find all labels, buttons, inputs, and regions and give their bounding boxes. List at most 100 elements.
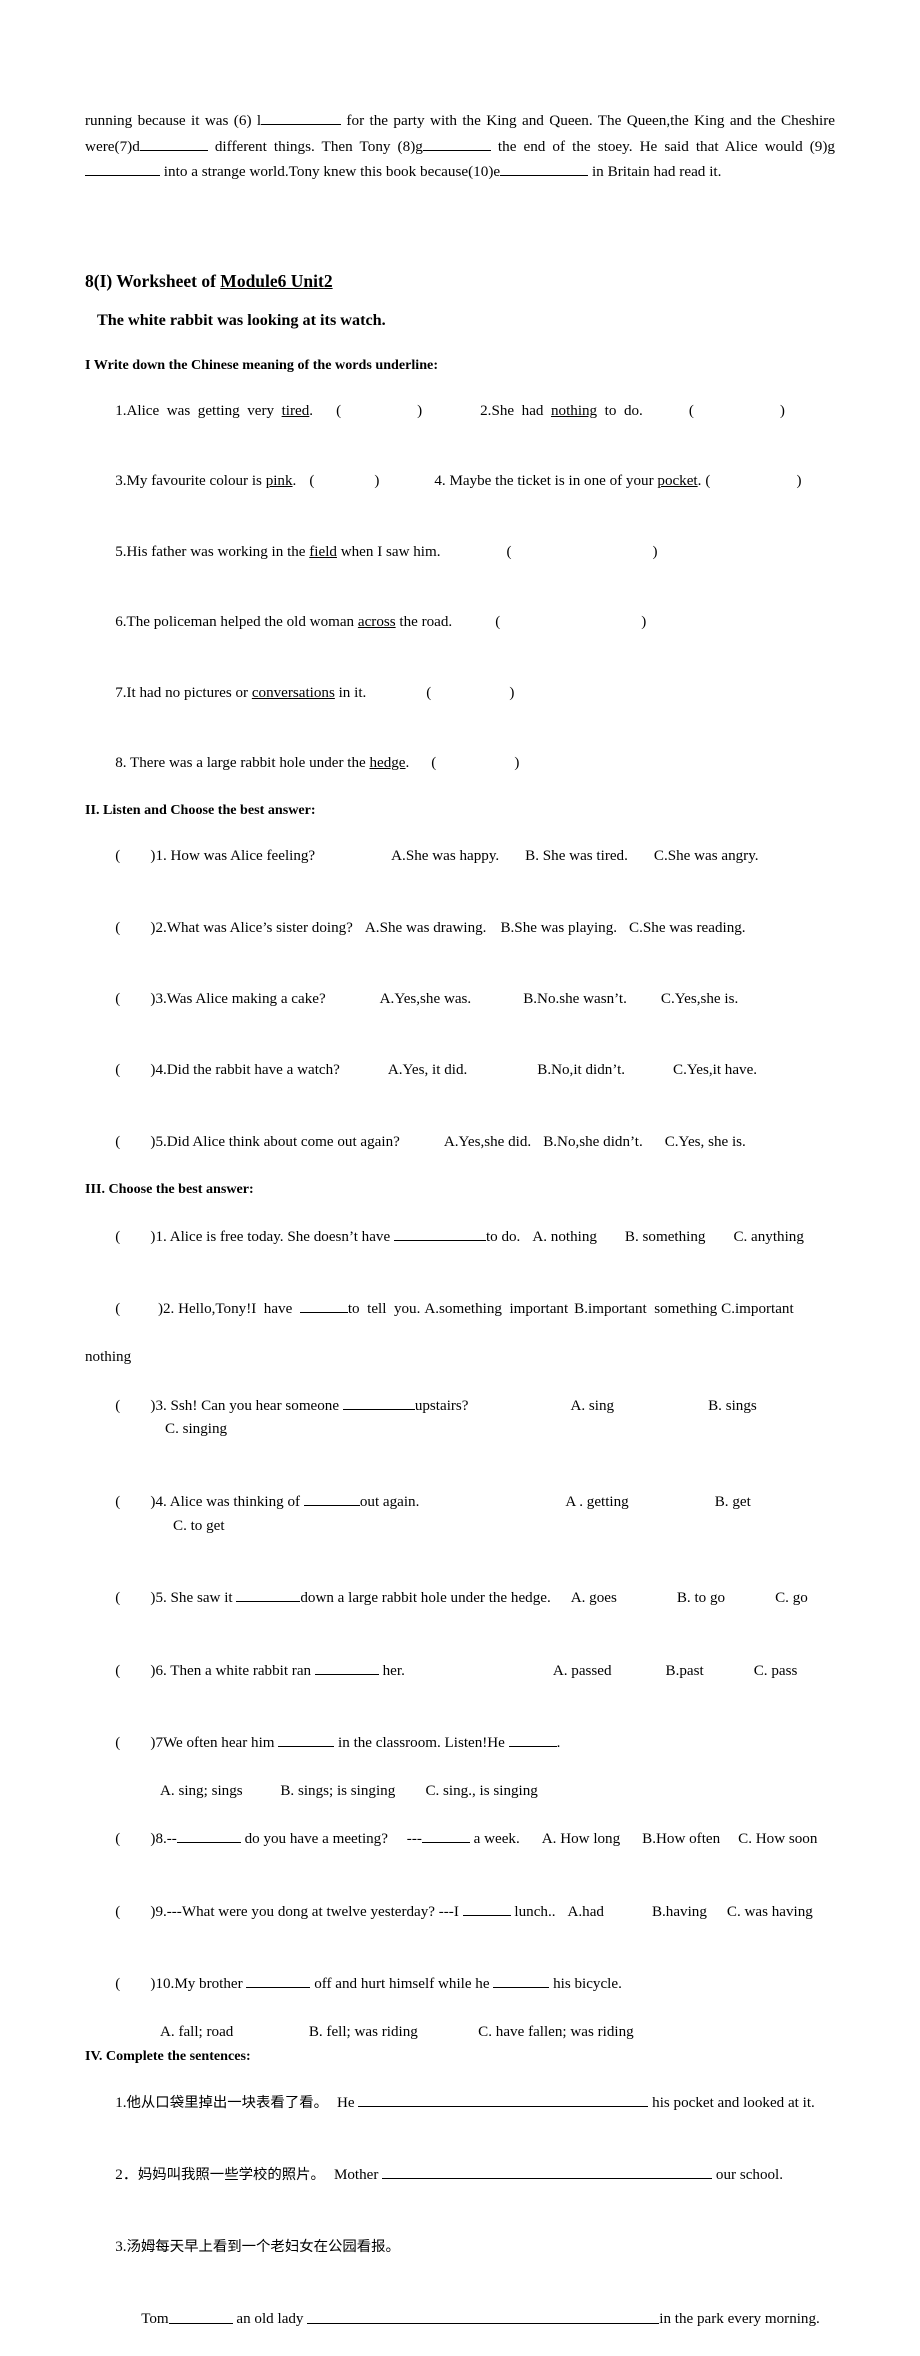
s3-q10-blank-1[interactable]	[246, 1972, 311, 1989]
s3-q9-opt-c[interactable]: C. was having	[727, 1904, 813, 1920]
s3-q10-blank-2[interactable]	[493, 1972, 550, 1989]
s3-q6-opt-c[interactable]: C. pass	[754, 1663, 798, 1679]
s2-q4-opt-a[interactable]: A.Yes, it did.	[388, 1062, 467, 1078]
s2-q5-opt-a[interactable]: A.Yes,she did.	[444, 1134, 531, 1150]
s3-q8-blank-2[interactable]	[421, 1827, 470, 1844]
s1-q2-paren-open: (	[688, 402, 694, 419]
s3-q7-blank-1[interactable]	[278, 1731, 335, 1748]
s3-q6-answer-box[interactable]: ( )	[115, 1663, 155, 1679]
s3-q8-opt-c[interactable]: C. How soon	[738, 1831, 817, 1847]
s2-q1-opt-a[interactable]: A.She was happy.	[391, 848, 499, 864]
s3-q6-opt-a[interactable]: A. passed	[553, 1663, 612, 1679]
s3-q4-opt-b[interactable]: B. get	[715, 1494, 751, 1510]
cloze-blank-7[interactable]	[139, 134, 208, 151]
s1-q6-paren-close[interactable]: )	[641, 614, 646, 630]
s3-q8-opt-a[interactable]: A. How long	[542, 1831, 620, 1847]
s3-q9-opt-b[interactable]: B.having	[652, 1904, 707, 1920]
s3-q5-opt-b[interactable]: B. to go	[677, 1590, 725, 1606]
s3-q1-opt-b[interactable]: B. something	[625, 1229, 706, 1245]
s3-q5-answer-box[interactable]: ( )	[115, 1590, 155, 1606]
s3-q1-opt-a[interactable]: A. nothing	[532, 1229, 597, 1245]
s3-q4-blank[interactable]	[303, 1490, 360, 1506]
section-1-row-1: 1.Alice was getting very tired. () 2.She h…	[85, 376, 835, 447]
s2-q1-opt-c[interactable]: C.She was angry.	[654, 848, 759, 864]
s3-q2-opt-b[interactable]: B.important something	[574, 1301, 717, 1317]
s2-q3-opt-b[interactable]: B.No.she wasn’t.	[523, 991, 627, 1007]
s2-q2-answer-box[interactable]: ( )	[115, 920, 155, 936]
s3-q5-stem-pre: She saw it	[170, 1590, 237, 1607]
s3-q9-answer-box[interactable]: ( )	[115, 1904, 155, 1920]
s2-q3-opt-a[interactable]: A.Yes,she was.	[380, 991, 472, 1007]
section-4-item-2: 2．妈妈叫我照一些学校的照片。 Mother our school.	[85, 2139, 835, 2211]
s3-q3-num: 3.	[155, 1397, 171, 1414]
s3-q2-opt-a[interactable]: A.something important	[424, 1301, 568, 1317]
s3-q5-opt-c[interactable]: C. go	[775, 1590, 808, 1606]
s3-q2-answer-box[interactable]: ( )	[115, 1301, 163, 1317]
s3-q5-opt-a[interactable]: A. goes	[571, 1590, 617, 1606]
s2-q2-opt-b[interactable]: B.She was playing.	[500, 920, 617, 936]
s3-q6-blank[interactable]	[314, 1659, 379, 1675]
s4-q1-blank[interactable]	[358, 2091, 649, 2108]
s2-q2-opt-a[interactable]: A.She was drawing.	[365, 920, 487, 936]
section-1-row-5: 7.It had no pictures or conversations in…	[85, 658, 835, 729]
s3-q4-opt-a[interactable]: A . getting	[565, 1494, 628, 1510]
s3-q2-stem-post: to tell you.	[347, 1301, 421, 1318]
s1-q1-paren-close[interactable]: )	[417, 403, 422, 419]
s3-q3-blank[interactable]	[342, 1394, 415, 1410]
s3-q5-num: 5.	[155, 1590, 171, 1607]
s1-q7-num: 7.	[115, 684, 127, 701]
s1-q5-paren-close[interactable]: )	[653, 544, 658, 560]
s3-q7-blank-2[interactable]	[508, 1731, 557, 1748]
s3-q1-opt-c[interactable]: C. anything	[733, 1229, 803, 1245]
s2-q4-answer-box[interactable]: ( )	[115, 1062, 155, 1078]
s1-q4-paren-close[interactable]: )	[796, 473, 801, 489]
s2-q1-answer-box[interactable]: ( )	[115, 848, 155, 864]
section-3-item-7-options[interactable]: A. sing; sings B. sings; is singing C. s…	[85, 1780, 835, 1804]
cloze-blank-10[interactable]	[500, 160, 589, 176]
s1-q2-num: 2.	[480, 402, 492, 419]
s3-q9-opt-a[interactable]: A.had	[568, 1904, 604, 1920]
s3-q3-answer-box[interactable]: ( )	[115, 1398, 155, 1414]
s3-q1-blank[interactable]	[393, 1225, 486, 1241]
s4-q2-blank[interactable]	[382, 2163, 713, 2180]
section-1: I Write down the Chinese meaning of the …	[85, 354, 835, 800]
section-3-item-10-options[interactable]: A. fall; road B. fell; was riding C. hav…	[85, 2021, 835, 2045]
section-1-row-6: 8. There was a large rabbit hole under t…	[85, 729, 835, 800]
cloze-blank-9[interactable]	[85, 160, 160, 176]
section-3-item-1: ( )1. Alice is free today. She doesn’t h…	[85, 1201, 835, 1273]
s1-q7-paren-close[interactable]: )	[509, 685, 514, 701]
s3-q8-opt-b[interactable]: B.How often	[642, 1831, 720, 1847]
s1-q3-paren-close[interactable]: )	[374, 473, 379, 489]
s3-q5-blank[interactable]	[236, 1586, 301, 1603]
s3-q8-blank-1[interactable]	[176, 1827, 241, 1844]
s3-q3-opt-a[interactable]: A. sing	[570, 1398, 614, 1414]
s3-q6-opt-b[interactable]: B.past	[666, 1663, 704, 1679]
s2-q3-opt-c[interactable]: C.Yes,she is.	[661, 991, 738, 1007]
s2-q3-answer-box[interactable]: ( )	[115, 991, 155, 1007]
s2-q5-opt-b[interactable]: B.No,she didn’t.	[543, 1134, 643, 1150]
s2-q5-answer-box[interactable]: ( )	[115, 1134, 155, 1150]
s1-q2-paren-close[interactable]: )	[780, 403, 785, 419]
s2-q2-opt-c[interactable]: C.She was reading.	[629, 920, 746, 936]
s2-q4-opt-b[interactable]: B.No,it didn’t.	[537, 1062, 625, 1078]
s1-q8-paren-close[interactable]: )	[514, 755, 519, 771]
s3-q10-answer-box[interactable]: ( )	[115, 1976, 155, 1992]
s3-q3-opt-c[interactable]: C. singing	[165, 1421, 227, 1437]
s3-q4-answer-box[interactable]: ( )	[115, 1494, 155, 1510]
s3-q2-opt-c[interactable]: C.important	[721, 1301, 794, 1317]
s3-q9-blank[interactable]	[462, 1900, 511, 1916]
s4-q3-blank-2[interactable]	[307, 2307, 660, 2324]
s3-q2-blank[interactable]	[299, 1297, 348, 1314]
s3-q8-answer-box[interactable]: ( )	[115, 1831, 155, 1847]
s2-q5-opt-c[interactable]: C.Yes, she is.	[665, 1134, 746, 1150]
s3-q1-answer-box[interactable]: ( )	[115, 1229, 155, 1245]
cloze-blank-8[interactable]	[422, 134, 491, 151]
s2-q4-opt-c[interactable]: C.Yes,it have.	[673, 1062, 757, 1078]
s3-q4-opt-c[interactable]: C. to get	[173, 1518, 225, 1534]
s1-q1-num: 1.	[115, 402, 127, 419]
s4-q3-blank-1[interactable]	[168, 2307, 233, 2324]
s3-q7-answer-box[interactable]: ( )	[115, 1735, 155, 1751]
s3-q3-opt-b[interactable]: B. sings	[708, 1398, 757, 1414]
cloze-blank-6[interactable]	[261, 109, 342, 125]
s2-q1-opt-b[interactable]: B. She was tired.	[525, 848, 628, 864]
